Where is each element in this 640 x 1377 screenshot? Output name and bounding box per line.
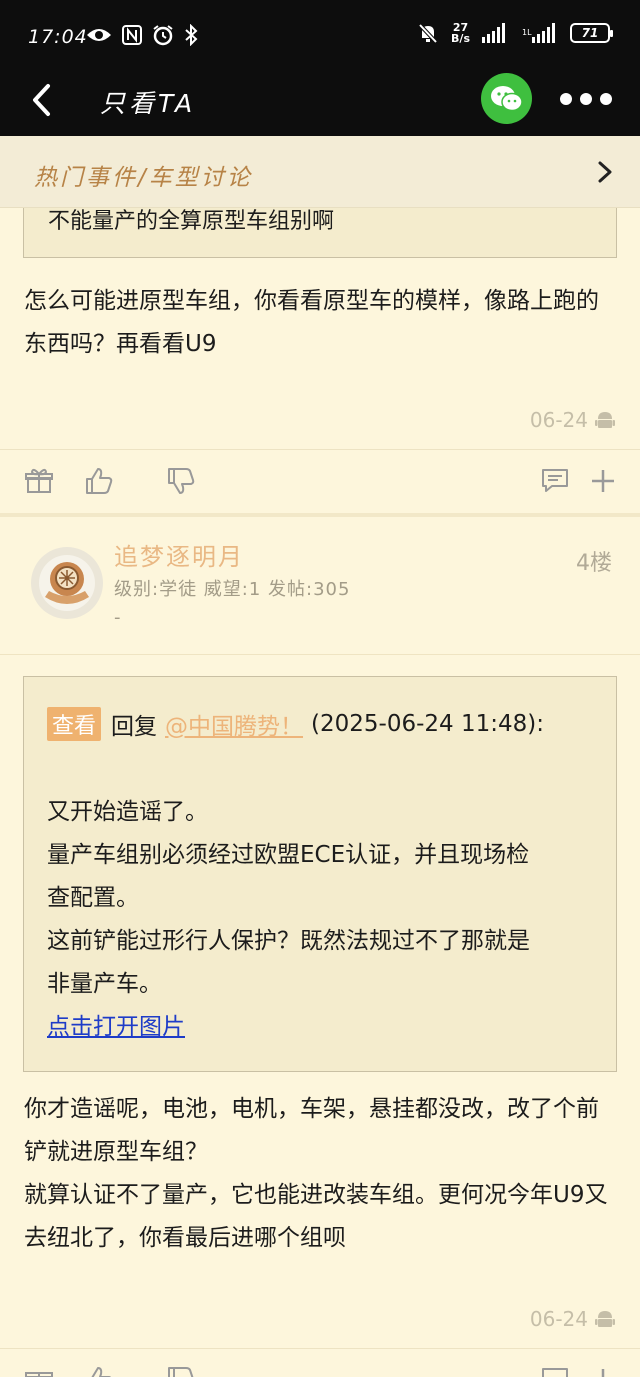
thumbs-up-icon[interactable]	[84, 466, 114, 496]
signal-2-icon: 1L	[522, 23, 555, 43]
author-signature: -	[114, 607, 121, 628]
thumbs-up-icon[interactable]	[84, 1365, 114, 1377]
quote-line: 这前铲能过形行人保护？既然法规过不了那就是	[47, 928, 530, 954]
reply-label: 回复	[111, 714, 158, 740]
more-dot-icon	[600, 93, 612, 105]
net-speed: 27 B/s	[451, 22, 470, 44]
view-quote-button[interactable]: 查看	[47, 707, 102, 741]
author-name[interactable]: 追梦逐明月	[114, 537, 244, 572]
forum-breadcrumb-bar[interactable]: 热门事件/车型讨论	[0, 136, 640, 208]
post-action-bar	[0, 1348, 640, 1377]
quote-line: 量产车组别必须经过欧盟ECE认证，并且现场检	[47, 842, 530, 868]
net-speed-unit: B/s	[451, 32, 470, 45]
more-dot-icon	[560, 93, 572, 105]
page-title: 只看TA	[100, 89, 197, 118]
quote-line: 非量产车。	[47, 971, 162, 997]
plus-icon[interactable]	[588, 466, 618, 496]
more-options-button[interactable]	[556, 86, 616, 112]
quote-line: 查配置。	[47, 885, 139, 911]
quote-block: 不能量产的全算原型车组别啊	[23, 208, 617, 258]
android-icon	[595, 412, 615, 428]
post-body: 怎么可能进原型车组，你看看原型车的模样，像路上跑的东西吗？再看看U9	[24, 288, 599, 357]
post-date: 06-24	[529, 408, 588, 432]
battery-indicator: 71	[570, 23, 613, 43]
alarm-icon	[153, 25, 173, 46]
post-action-bar	[0, 449, 640, 513]
post-date-row: 06-24	[530, 1307, 616, 1331]
quote-datetime: (2025-06-24 11:48):	[311, 711, 544, 737]
quote-line: 又开始造谣了。	[47, 799, 208, 825]
title-bar: 只看TA	[0, 64, 640, 136]
back-arrow-icon	[33, 84, 50, 116]
quote-text: 不能量产的全算原型车组别啊	[48, 209, 335, 234]
avatar[interactable]	[31, 547, 103, 619]
wechat-icon	[490, 85, 523, 111]
status-icons-right: 27 B/s 1L 71	[417, 22, 613, 44]
wechat-share-button[interactable]	[481, 73, 532, 124]
floor-number: 4楼	[576, 551, 612, 576]
author-meta: 级别:学徒 威望:1 发帖:305	[114, 579, 351, 600]
comment-icon[interactable]	[540, 1365, 570, 1377]
post-body: 你才造谣呢，电池，电机，车架，悬挂都没改，改了个前铲就进原型车组？ 就算认证不了…	[24, 1096, 608, 1251]
status-time: 17:04	[28, 26, 88, 48]
gift-icon[interactable]	[24, 466, 54, 496]
gift-icon[interactable]	[24, 1365, 54, 1377]
forum-breadcrumb: 热门事件/车型讨论	[34, 165, 253, 191]
chevron-right-icon	[598, 161, 612, 183]
post-date-row: 06-24	[530, 408, 616, 432]
author-header[interactable]: 追梦逐明月 级别:学徒 威望:1 发帖:305 - 4楼	[0, 517, 640, 655]
post-date: 06-24	[529, 1307, 588, 1331]
thumbs-down-icon[interactable]	[166, 466, 196, 496]
quote-header: 查看 回复 @中国腾势！ (2025-06-24 11:48):	[47, 707, 544, 741]
thumbs-down-icon[interactable]	[166, 1365, 196, 1377]
comment-icon[interactable]	[540, 466, 570, 496]
more-dot-icon	[580, 93, 592, 105]
diver-helmet-icon	[39, 555, 95, 611]
nfc-icon	[122, 25, 142, 45]
open-image-link[interactable]: 点击打开图片	[47, 1006, 597, 1049]
post-list[interactable]: 不能量产的全算原型车组别啊 怎么可能进原型车组，你看看原型车的模样，像路上跑的东…	[0, 208, 640, 1377]
android-icon	[595, 1311, 615, 1327]
signal-icon	[482, 23, 505, 43]
status-bar: 17:04 27 B/s 1L 71	[0, 0, 640, 64]
quote-body: 又开始造谣了。 量产车组别必须经过欧盟ECE认证，并且现场检 查配置。 这前铲能…	[47, 791, 597, 1049]
plus-icon[interactable]	[588, 1365, 618, 1377]
mute-bell-icon	[418, 23, 438, 44]
quote-block: 查看 回复 @中国腾势！ (2025-06-24 11:48): 又开始造谣了。…	[23, 676, 617, 1072]
eye-icon	[87, 29, 111, 41]
user-mention-link[interactable]: @中国腾势！	[165, 707, 303, 741]
status-icons-left	[86, 24, 198, 46]
bluetooth-icon	[185, 24, 198, 46]
back-button[interactable]	[26, 78, 66, 122]
svg-text:1L: 1L	[522, 28, 532, 37]
